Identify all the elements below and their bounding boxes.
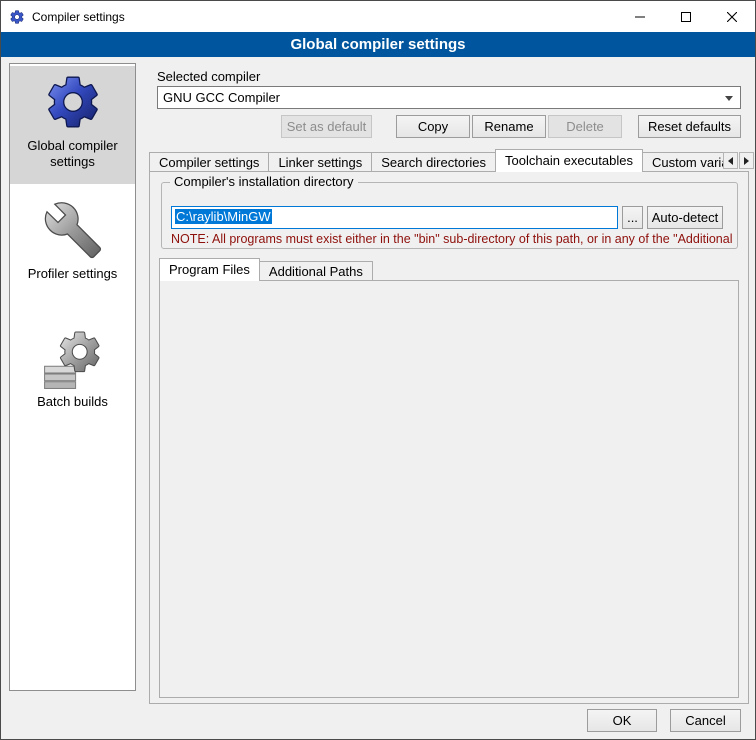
minimize-button[interactable] (617, 1, 663, 32)
tab-compiler-settings[interactable]: Compiler settings (149, 152, 269, 172)
tab-additional-paths[interactable]: Additional Paths (259, 261, 373, 281)
installation-directory-input[interactable]: C:\raylib\MinGW (171, 206, 618, 229)
bin-subdirectory-note: NOTE: All programs must exist either in … (171, 232, 733, 246)
selected-compiler-label: Selected compiler (157, 65, 260, 88)
maximize-button[interactable] (663, 1, 709, 32)
titlebar: Compiler settings (1, 1, 755, 32)
cancel-button[interactable]: Cancel (670, 709, 741, 732)
installation-directory-value: C:\raylib\MinGW (175, 209, 272, 224)
tab-scroll-right-button[interactable] (739, 152, 754, 169)
tab-search-directories[interactable]: Search directories (371, 152, 496, 172)
tab-program-files[interactable]: Program Files (159, 258, 260, 281)
settings-tabstrip: Compiler settings Linker settings Search… (149, 149, 723, 172)
program-files-tabstrip: Program Files Additional Paths (159, 258, 459, 281)
copy-button[interactable]: Copy (396, 115, 470, 138)
gear-blue-icon (42, 71, 104, 133)
set-as-default-button[interactable]: Set as default (281, 115, 372, 138)
wrench-gray-icon (43, 199, 103, 261)
rename-button[interactable]: Rename (472, 115, 546, 138)
sidebar-item-global-compiler-settings[interactable]: Global compiler settings (10, 66, 135, 184)
tab-scroll-right-icon (744, 157, 749, 165)
delete-button[interactable]: Delete (548, 115, 622, 138)
tab-custom-variables[interactable]: Custom variables (642, 152, 723, 172)
program-files-panel (159, 280, 739, 698)
sidebar-item-label: Global compiler settings (10, 138, 135, 171)
sidebar-item-label: Profiler settings (28, 266, 118, 282)
selected-compiler-dropdown[interactable]: GNU GCC Compiler (157, 86, 741, 109)
compiler-settings-window: Compiler settings Global compiler settin… (0, 0, 756, 740)
auto-detect-button[interactable]: Auto-detect (647, 206, 723, 229)
chevron-down-icon (725, 96, 733, 101)
tab-scroll-left-button[interactable] (723, 152, 738, 169)
installation-directory-browse-button[interactable]: ... (622, 206, 643, 229)
close-icon (727, 12, 737, 22)
ok-button[interactable]: OK (587, 709, 657, 732)
close-button[interactable] (709, 1, 755, 32)
tab-linker-settings[interactable]: Linker settings (268, 152, 372, 172)
window-title: Compiler settings (32, 10, 125, 24)
reset-defaults-button[interactable]: Reset defaults (638, 115, 741, 138)
tab-scroll-left-icon (728, 157, 733, 165)
selected-compiler-value: GNU GCC Compiler (163, 90, 280, 105)
app-gear-icon (9, 9, 25, 25)
tab-toolchain-executables[interactable]: Toolchain executables (495, 149, 643, 172)
minimize-icon (635, 12, 645, 22)
installation-directory-group-label: Compiler's installation directory (170, 174, 358, 189)
maximize-icon (681, 12, 691, 22)
window-controls (617, 1, 755, 32)
dialog-banner: Global compiler settings (1, 32, 755, 57)
settings-category-list: Global compiler settings Profiler settin… (9, 63, 136, 691)
